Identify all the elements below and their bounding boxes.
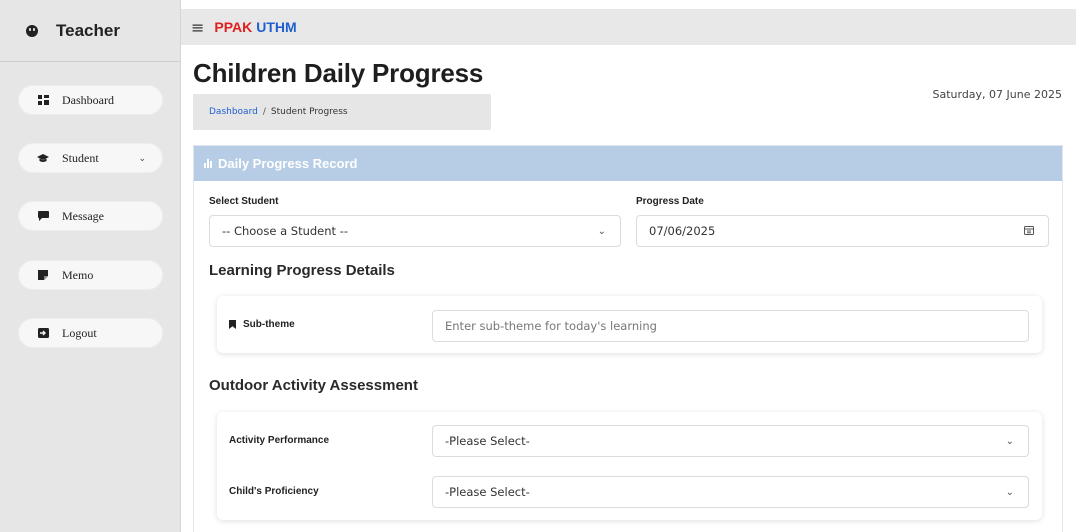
activity-performance-label: Activity Performance: [229, 435, 330, 446]
child-proficiency-select[interactable]: -Please Select- ⌄: [432, 476, 1029, 508]
sidebar-header: Teacher: [0, 0, 180, 62]
brand-name-part2: UTHM: [256, 19, 297, 35]
breadcrumb-current: Student Progress: [270, 107, 348, 117]
sticky-note-icon: [37, 270, 49, 280]
chevron-down-icon: ⌄: [1005, 435, 1014, 447]
student-select-value: -- Choose a Student --: [222, 224, 348, 238]
activity-performance-select[interactable]: -Please Select- ⌄: [432, 425, 1029, 457]
select-student-label: Select Student: [209, 196, 279, 207]
smiley-icon: [26, 24, 38, 37]
bar-chart-icon: [204, 159, 212, 168]
child-proficiency-value: -Please Select-: [445, 485, 530, 499]
sidebar-item-label: Student: [62, 150, 99, 165]
card-header-title: Daily Progress Record: [218, 156, 358, 171]
sidebar-item-memo[interactable]: Memo: [19, 261, 162, 289]
card-header: Daily Progress Record: [194, 146, 1062, 181]
sidebar-item-label: Dashboard: [62, 92, 114, 107]
sidebar-item-label: Message: [62, 208, 104, 223]
top-bar: ≡ PPAK UTHM: [181, 9, 1076, 45]
subtheme-label-row: Sub-theme: [229, 319, 295, 330]
student-select[interactable]: -- Choose a Student -- ⌄: [209, 215, 621, 247]
page-title: Children Daily Progress: [193, 58, 484, 88]
message-icon: [37, 211, 49, 221]
graduation-cap-icon: [37, 153, 49, 163]
chevron-down-icon: ⌄: [597, 225, 606, 237]
sidebar-item-student[interactable]: Student ⌄: [19, 144, 162, 172]
progress-date-label: Progress Date: [636, 196, 704, 207]
child-proficiency-label: Child's Proficiency: [229, 486, 319, 497]
calendar-icon[interactable]: [1024, 225, 1034, 238]
progress-date-value: 07/06/2025: [649, 224, 716, 238]
sidebar-item-label: Logout: [62, 325, 97, 340]
activity-performance-value: -Please Select-: [445, 434, 530, 448]
brand-name-part1: PPAK: [214, 19, 253, 35]
outdoor-activity-heading: Outdoor Activity Assessment: [209, 377, 418, 394]
subtheme-placeholder: Enter sub-theme for today's learning: [445, 319, 657, 333]
chevron-down-icon: ⌄: [1005, 486, 1014, 498]
sidebar-item-message[interactable]: Message: [19, 202, 162, 230]
dashboard-grid-icon: [37, 95, 49, 105]
sidebar: Teacher Dashboard Student ⌄ Message Memo…: [0, 0, 181, 532]
chevron-down-icon: ⌄: [138, 152, 146, 163]
sidebar-item-dashboard[interactable]: Dashboard: [19, 86, 162, 114]
current-date: Saturday, 07 June 2025: [932, 88, 1062, 101]
logout-icon: [37, 328, 49, 338]
sidebar-item-label: Memo: [62, 267, 94, 282]
breadcrumb-separator: /: [262, 107, 266, 117]
learning-progress-heading: Learning Progress Details: [209, 262, 395, 279]
subtheme-label: Sub-theme: [243, 319, 295, 330]
breadcrumb: Dashboard / Student Progress: [193, 94, 491, 130]
hamburger-menu-icon[interactable]: ≡: [191, 18, 204, 37]
sidebar-title: Teacher: [56, 20, 120, 40]
breadcrumb-link-dashboard[interactable]: Dashboard: [209, 107, 258, 117]
bookmark-icon: [229, 320, 236, 329]
progress-date-input[interactable]: 07/06/2025: [636, 215, 1049, 247]
app-root: Teacher Dashboard Student ⌄ Message Memo…: [0, 0, 1076, 532]
subtheme-input[interactable]: Enter sub-theme for today's learning: [432, 310, 1029, 342]
sidebar-item-logout[interactable]: Logout: [19, 319, 162, 347]
